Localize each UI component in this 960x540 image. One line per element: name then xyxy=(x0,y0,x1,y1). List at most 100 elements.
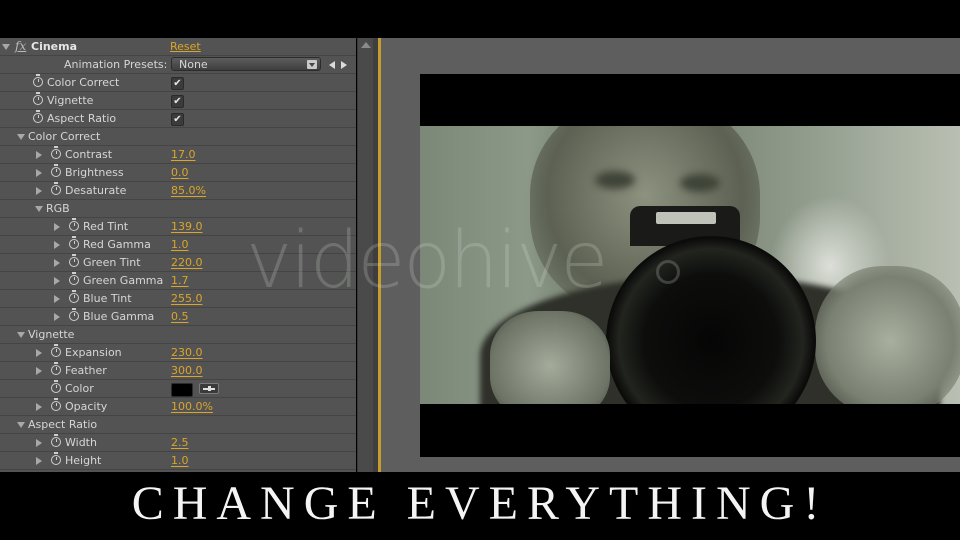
toggle-label: Aspect Ratio xyxy=(47,112,117,125)
color-swatch[interactable] xyxy=(171,383,193,397)
animation-presets-dropdown[interactable]: None xyxy=(171,57,321,71)
collapse-icon[interactable] xyxy=(35,206,43,212)
stopwatch-icon[interactable] xyxy=(69,254,79,267)
hand-right xyxy=(815,266,960,404)
param-height: Height 1.0 xyxy=(0,452,356,470)
eyedropper-icon[interactable] xyxy=(199,383,219,394)
color-correct-checkbox[interactable]: ✔ xyxy=(171,77,184,90)
param-label: Brightness xyxy=(65,166,124,179)
stopwatch-icon[interactable] xyxy=(69,308,79,321)
stopwatch-icon[interactable] xyxy=(51,398,61,411)
group-label: Color Correct xyxy=(28,130,101,143)
watermark-dot xyxy=(656,260,680,284)
group-label: RGB xyxy=(46,202,70,215)
opacity-value[interactable]: 100.0% xyxy=(171,398,213,415)
caption-title: CHANGE EVERYTHING! xyxy=(131,477,829,530)
feather-value[interactable]: 300.0 xyxy=(171,362,203,379)
desaturate-number[interactable]: 85.0 xyxy=(171,184,196,197)
stopwatch-icon[interactable] xyxy=(51,344,61,357)
collapse-icon[interactable] xyxy=(17,422,25,428)
blue-gamma-value[interactable]: 0.5 xyxy=(171,308,189,325)
next-preset-icon[interactable] xyxy=(341,61,347,69)
param-opacity: Opacity 100.0% xyxy=(0,398,356,416)
top-black-bar xyxy=(0,0,960,38)
width-value[interactable]: 2.5 xyxy=(171,434,189,451)
collapse-effect-icon[interactable] xyxy=(2,44,10,50)
green-gamma-value[interactable]: 1.7 xyxy=(171,272,189,289)
collapse-icon[interactable] xyxy=(17,134,25,140)
expand-icon[interactable] xyxy=(36,457,42,465)
previous-preset-icon[interactable] xyxy=(329,61,335,69)
param-desaturate: Desaturate 85.0% xyxy=(0,182,356,200)
expand-icon[interactable] xyxy=(54,241,60,249)
red-gamma-value[interactable]: 1.0 xyxy=(171,236,189,253)
param-color: Color xyxy=(0,380,356,398)
expansion-value[interactable]: 230.0 xyxy=(171,344,203,361)
toggle-aspect-ratio-row: Aspect Ratio ✔ xyxy=(0,110,356,128)
param-brightness: Brightness 0.0 xyxy=(0,164,356,182)
stopwatch-icon[interactable] xyxy=(33,74,43,87)
expand-icon[interactable] xyxy=(36,367,42,375)
red-tint-value[interactable]: 139.0 xyxy=(171,218,203,235)
stopwatch-icon[interactable] xyxy=(51,434,61,447)
stopwatch-icon[interactable] xyxy=(69,272,79,285)
brightness-value[interactable]: 0.0 xyxy=(171,164,189,181)
desaturate-value[interactable]: 85.0% xyxy=(171,182,206,199)
param-label: Color xyxy=(65,382,94,395)
group-color-correct[interactable]: Color Correct xyxy=(0,128,356,146)
stopwatch-icon[interactable] xyxy=(69,290,79,303)
group-label: Aspect Ratio xyxy=(28,418,98,431)
stopwatch-icon[interactable] xyxy=(51,362,61,375)
stopwatch-icon[interactable] xyxy=(69,236,79,249)
stopwatch-icon[interactable] xyxy=(33,92,43,105)
toggle-label: Color Correct xyxy=(47,76,120,89)
param-label: Blue Gamma xyxy=(83,310,155,323)
expand-icon[interactable] xyxy=(36,151,42,159)
toggle-label: Vignette xyxy=(47,94,94,107)
stopwatch-icon[interactable] xyxy=(51,146,61,159)
expand-icon[interactable] xyxy=(54,313,60,321)
expand-icon[interactable] xyxy=(36,403,42,411)
animation-presets-value: None xyxy=(179,58,208,71)
stopwatch-icon[interactable] xyxy=(51,380,61,393)
stopwatch-icon[interactable] xyxy=(51,452,61,465)
group-vignette[interactable]: Vignette xyxy=(0,326,356,344)
expand-icon[interactable] xyxy=(54,277,60,285)
group-aspect-ratio[interactable]: Aspect Ratio xyxy=(0,416,356,434)
param-label: Expansion xyxy=(65,346,122,359)
animation-presets-row: Animation Presets: None xyxy=(0,56,356,74)
stopwatch-icon[interactable] xyxy=(69,218,79,231)
stopwatch-icon[interactable] xyxy=(51,182,61,195)
expand-icon[interactable] xyxy=(36,169,42,177)
param-label: Desaturate xyxy=(65,184,127,197)
aspect-ratio-checkbox[interactable]: ✔ xyxy=(171,113,184,126)
height-value[interactable]: 1.0 xyxy=(171,452,189,469)
scroll-up-icon[interactable] xyxy=(361,42,371,48)
opacity-number[interactable]: 100.0 xyxy=(171,400,203,413)
collapse-icon[interactable] xyxy=(17,332,25,338)
param-label: Green Gamma xyxy=(83,274,164,287)
chevron-down-icon[interactable] xyxy=(307,60,317,69)
watermark: videohive xyxy=(246,216,608,306)
eye-left xyxy=(595,171,635,189)
expand-icon[interactable] xyxy=(36,439,42,447)
fx-icon[interactable]: fx xyxy=(15,38,26,55)
group-label: Vignette xyxy=(28,328,75,341)
expand-icon[interactable] xyxy=(54,223,60,231)
expand-icon[interactable] xyxy=(36,187,42,195)
green-tint-value[interactable]: 220.0 xyxy=(171,254,203,271)
contrast-value[interactable]: 17.0 xyxy=(171,146,196,163)
expand-icon[interactable] xyxy=(54,259,60,267)
expand-icon[interactable] xyxy=(54,295,60,303)
expand-icon[interactable] xyxy=(36,349,42,357)
blue-tint-value[interactable]: 255.0 xyxy=(171,290,203,307)
stopwatch-icon[interactable] xyxy=(33,110,43,123)
stopwatch-icon[interactable] xyxy=(51,164,61,177)
param-label: Green Tint xyxy=(83,256,141,269)
param-label: Feather xyxy=(65,364,107,377)
vignette-checkbox[interactable]: ✔ xyxy=(171,95,184,108)
param-label: Blue Tint xyxy=(83,292,132,305)
param-feather: Feather 300.0 xyxy=(0,362,356,380)
reset-button[interactable]: Reset xyxy=(170,38,201,55)
param-width: Width 2.5 xyxy=(0,434,356,452)
